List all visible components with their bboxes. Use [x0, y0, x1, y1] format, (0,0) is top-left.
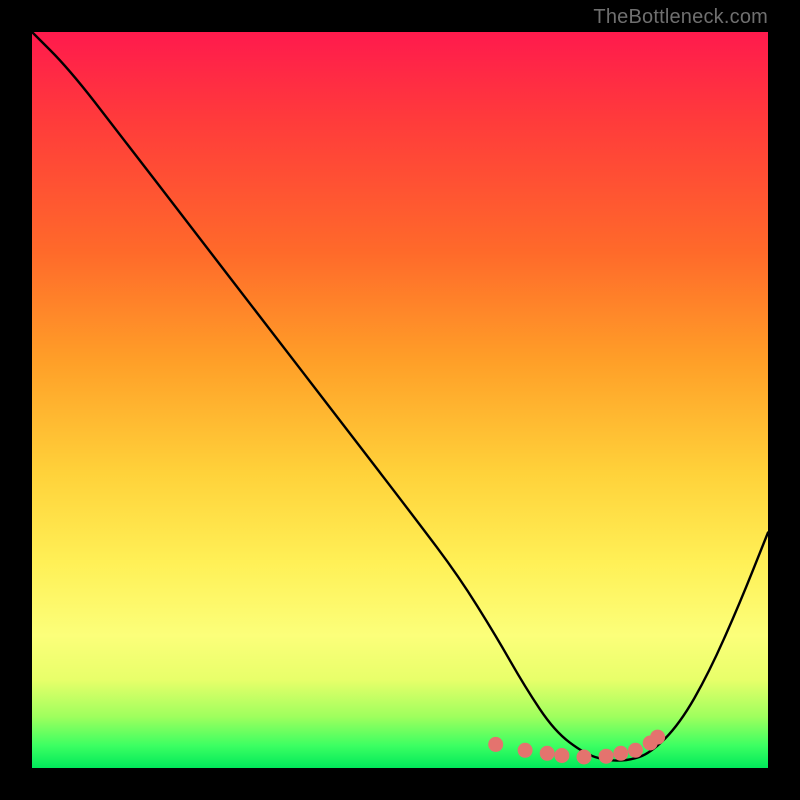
valley-marker	[599, 749, 614, 764]
valley-marker	[613, 746, 628, 761]
valley-marker	[650, 730, 665, 745]
chart-frame: TheBottleneck.com	[0, 0, 800, 800]
bottleneck-curve-svg	[32, 32, 768, 768]
valley-marker	[540, 746, 555, 761]
valley-marker	[518, 743, 533, 758]
valley-marker	[628, 743, 643, 758]
plot-area	[32, 32, 768, 768]
valley-marker	[554, 748, 569, 763]
valley-marker	[488, 737, 503, 752]
attribution-label: TheBottleneck.com	[593, 6, 768, 29]
valley-marker	[577, 750, 592, 765]
bottleneck-curve-line	[32, 32, 768, 761]
